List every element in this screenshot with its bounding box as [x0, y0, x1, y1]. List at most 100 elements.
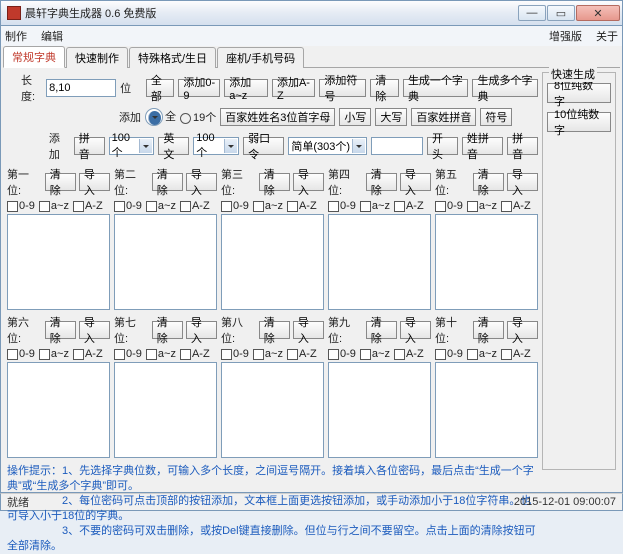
btn-pos-clear[interactable]: 清除	[45, 321, 76, 339]
sel-pinyin-count[interactable]: 100个	[109, 137, 155, 155]
btn-pos-import[interactable]: 导入	[400, 173, 431, 191]
btn-add-AZ[interactable]: 添加A-Z	[272, 79, 315, 97]
btn-bjx-pinyin[interactable]: 百家姓拼音	[411, 108, 476, 126]
tab-normal-dict[interactable]: 常规字典	[3, 46, 65, 68]
radio-19[interactable]: 19个	[180, 109, 216, 125]
btn-gen-one[interactable]: 生成一个字典	[403, 79, 469, 97]
btn-surname-pinyin[interactable]: 姓拼音	[462, 137, 503, 155]
pos-textarea[interactable]	[7, 214, 110, 310]
chk-a-z[interactable]: a~z	[39, 200, 69, 212]
menu-edit[interactable]: 编辑	[41, 28, 63, 44]
tab-special-birthday[interactable]: 特殊格式/生日	[129, 47, 216, 68]
chk-0-9[interactable]: 0-9	[114, 200, 142, 212]
chk-a-z[interactable]: a~z	[360, 200, 390, 212]
btn-pos-clear[interactable]: 清除	[152, 321, 183, 339]
chk-A-Z[interactable]: A-Z	[394, 200, 424, 212]
chk-0-9[interactable]: 0-9	[7, 348, 35, 360]
chk-A-Z[interactable]: A-Z	[180, 348, 210, 360]
chk-a-z[interactable]: a~z	[253, 348, 283, 360]
menu-enhanced[interactable]: 增强版	[549, 28, 582, 44]
btn-pos-clear[interactable]: 清除	[366, 321, 397, 339]
btn-pos-import[interactable]: 导入	[293, 321, 324, 339]
btn-upper[interactable]: 大写	[375, 108, 407, 126]
sel-weak-set[interactable]: 简单(303个)	[288, 137, 367, 155]
chk-a-z[interactable]: a~z	[253, 200, 283, 212]
btn-pinyin2[interactable]: 拼音	[507, 137, 538, 155]
prefix-input[interactable]	[371, 137, 423, 155]
btn-pos-clear[interactable]: 清除	[45, 173, 76, 191]
btn-prefix[interactable]: 开头	[427, 137, 458, 155]
chk-a-z[interactable]: a~z	[39, 348, 69, 360]
chk-A-Z[interactable]: A-Z	[394, 348, 424, 360]
menu-make[interactable]: 制作	[5, 28, 27, 44]
btn-pos-clear[interactable]: 清除	[473, 321, 504, 339]
chk-0-9[interactable]: 0-9	[221, 348, 249, 360]
pos-textarea[interactable]	[328, 362, 431, 458]
chk-A-Z[interactable]: A-Z	[73, 200, 103, 212]
length-input[interactable]	[46, 79, 116, 97]
pos-textarea[interactable]	[328, 214, 431, 310]
btn-pos-import[interactable]: 导入	[400, 321, 431, 339]
btn-pos-clear[interactable]: 清除	[259, 173, 290, 191]
btn-english[interactable]: 英文	[158, 137, 189, 155]
btn-lower[interactable]: 小写	[339, 108, 371, 126]
chk-0-9[interactable]: 0-9	[328, 200, 356, 212]
close-button[interactable]: ✕	[576, 5, 620, 21]
pos-textarea[interactable]	[114, 214, 217, 310]
btn-pos-clear[interactable]: 清除	[259, 321, 290, 339]
chk-0-9[interactable]: 0-9	[7, 200, 35, 212]
btn-pos-import[interactable]: 导入	[79, 321, 110, 339]
chk-A-Z[interactable]: A-Z	[501, 200, 531, 212]
btn-pos-import[interactable]: 导入	[507, 173, 538, 191]
btn-pinyin[interactable]: 拼音	[74, 137, 105, 155]
btn-bjx-initial[interactable]: 百家姓姓名3位首字母	[220, 108, 335, 126]
btn-pos-import[interactable]: 导入	[79, 173, 110, 191]
btn-10-digits[interactable]: 10位纯数字	[547, 112, 611, 132]
menu-about[interactable]: 关于	[596, 28, 618, 44]
chk-0-9[interactable]: 0-9	[435, 200, 463, 212]
chk-A-Z[interactable]: A-Z	[501, 348, 531, 360]
btn-add-az[interactable]: 添加a~z	[224, 79, 268, 97]
btn-pos-clear[interactable]: 清除	[473, 173, 504, 191]
chk-0-9[interactable]: 0-9	[435, 348, 463, 360]
btn-pos-clear[interactable]: 清除	[366, 173, 397, 191]
radio-quan[interactable]: 全	[145, 108, 176, 126]
btn-add-0-9[interactable]: 添加0-9	[178, 79, 220, 97]
btn-pos-import[interactable]: 导入	[507, 321, 538, 339]
btn-symbol[interactable]: 符号	[480, 108, 512, 126]
chk-a-z[interactable]: a~z	[467, 200, 497, 212]
chk-a-z[interactable]: a~z	[360, 348, 390, 360]
maximize-button[interactable]: ▭	[547, 5, 575, 21]
minimize-button[interactable]: —	[518, 5, 546, 21]
chk-0-9[interactable]: 0-9	[328, 348, 356, 360]
btn-pos-clear[interactable]: 清除	[152, 173, 183, 191]
pos-textarea[interactable]	[7, 362, 110, 458]
btn-pos-import[interactable]: 导入	[186, 321, 217, 339]
pos-label: 第五位:	[435, 166, 470, 198]
btn-add-symbol[interactable]: 添加符号	[319, 79, 366, 97]
pos-textarea[interactable]	[221, 362, 324, 458]
chk-A-Z[interactable]: A-Z	[180, 200, 210, 212]
chk-A-Z[interactable]: A-Z	[287, 348, 317, 360]
pos-textarea[interactable]	[435, 362, 538, 458]
chk-0-9[interactable]: 0-9	[221, 200, 249, 212]
chk-A-Z[interactable]: A-Z	[73, 348, 103, 360]
btn-pos-import[interactable]: 导入	[293, 173, 324, 191]
btn-clear-top[interactable]: 清除	[370, 79, 399, 97]
btn-gen-many[interactable]: 生成多个字典	[472, 79, 538, 97]
chk-A-Z[interactable]: A-Z	[287, 200, 317, 212]
tab-quick-make[interactable]: 快速制作	[66, 47, 128, 68]
btn-all[interactable]: 全部	[146, 79, 175, 97]
chk-a-z[interactable]: a~z	[146, 200, 176, 212]
pos-textarea[interactable]	[221, 214, 324, 310]
chk-a-z[interactable]: a~z	[467, 348, 497, 360]
sel-english-count[interactable]: 100个	[193, 137, 239, 155]
chk-0-9[interactable]: 0-9	[114, 348, 142, 360]
btn-pos-import[interactable]: 导入	[186, 173, 217, 191]
pos-textarea[interactable]	[435, 214, 538, 310]
tab-phone-number[interactable]: 座机/手机号码	[217, 47, 304, 68]
btn-weak-password[interactable]: 弱口令	[243, 137, 284, 155]
btn-8-digits[interactable]: 8位纯数字	[547, 83, 611, 103]
chk-a-z[interactable]: a~z	[146, 348, 176, 360]
pos-textarea[interactable]	[114, 362, 217, 458]
